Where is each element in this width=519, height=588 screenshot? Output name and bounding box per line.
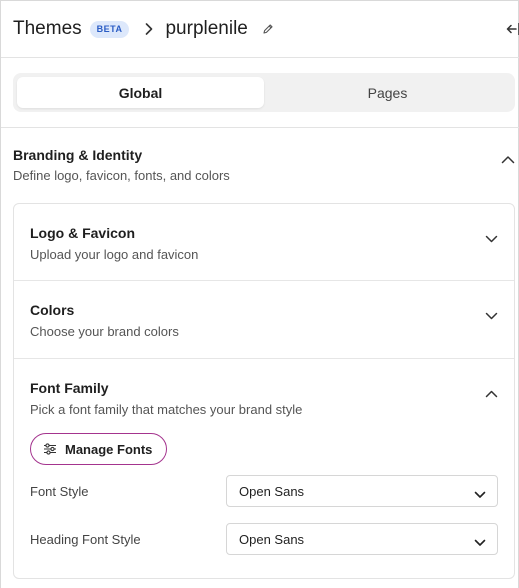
- tab-switcher: Global Pages: [13, 73, 515, 112]
- font-family-item[interactable]: Font Family Pick a font family that matc…: [14, 380, 514, 417]
- chevron-up-icon: [485, 385, 498, 403]
- branding-panel: Logo & Favicon Upload your logo and favi…: [13, 203, 515, 579]
- beta-badge: BETA: [89, 20, 130, 38]
- divider: [1, 127, 519, 128]
- colors-item[interactable]: Colors Choose your brand colors: [14, 302, 514, 339]
- themes-panel: Themes BETA purplenile Global Pages Bran…: [0, 0, 519, 588]
- chevron-down-icon: [485, 230, 498, 248]
- item-title: Colors: [30, 302, 75, 318]
- item-divider: [14, 280, 514, 281]
- manage-fonts-label: Manage Fonts: [65, 441, 153, 457]
- item-subtitle: Upload your logo and favicon: [30, 247, 199, 262]
- chevron-down-icon: [474, 487, 486, 502]
- item-title: Font Family: [30, 380, 109, 396]
- font-style-select[interactable]: Open Sans: [226, 475, 498, 507]
- section-subtitle: Define logo, favicon, fonts, and colors: [13, 168, 230, 183]
- item-title: Logo & Favicon: [30, 225, 135, 241]
- theme-name: purplenile: [165, 18, 248, 39]
- collapse-panel-icon[interactable]: [506, 21, 519, 37]
- chevron-down-icon: [474, 535, 486, 550]
- chevron-down-icon: [485, 307, 498, 325]
- item-subtitle: Choose your brand colors: [30, 324, 179, 339]
- header: Themes BETA purplenile: [1, 1, 519, 58]
- chevron-up-icon: [501, 151, 515, 169]
- heading-font-style-select[interactable]: Open Sans: [226, 523, 498, 555]
- page-title: Themes: [13, 18, 82, 39]
- pencil-icon[interactable]: [262, 22, 276, 36]
- tab-pages[interactable]: Pages: [264, 77, 511, 108]
- manage-fonts-button[interactable]: Manage Fonts: [30, 433, 168, 465]
- sliders-icon: [43, 443, 57, 455]
- item-divider: [14, 358, 514, 359]
- heading-font-style-value: Open Sans: [239, 531, 305, 547]
- logo-favicon-item[interactable]: Logo & Favicon Upload your logo and favi…: [14, 225, 514, 262]
- font-style-label: Font Style: [30, 484, 89, 499]
- branding-identity-section-header[interactable]: Branding & Identity Define logo, favicon…: [13, 147, 515, 183]
- section-title: Branding & Identity: [13, 147, 143, 163]
- chevron-right-icon: [145, 22, 155, 36]
- tab-global[interactable]: Global: [17, 77, 264, 108]
- item-subtitle: Pick a font family that matches your bra…: [30, 402, 303, 417]
- heading-font-style-label: Heading Font Style: [30, 532, 141, 547]
- font-style-value: Open Sans: [239, 483, 305, 499]
